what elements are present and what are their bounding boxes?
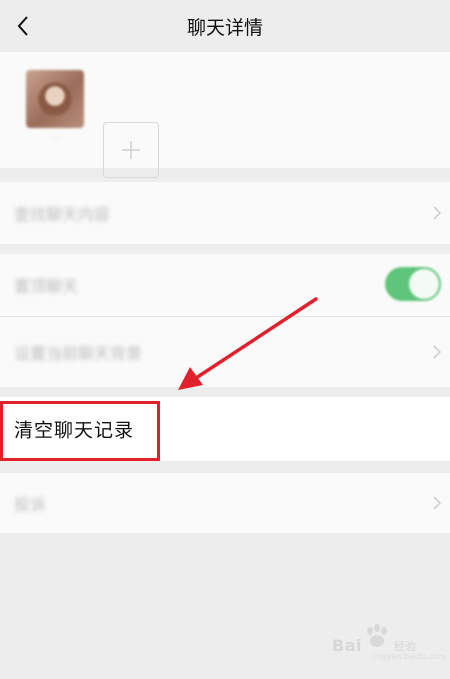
watermark-brand: Bai — [332, 636, 362, 655]
watermark: Bai 经验 jingyan.baidu.com — [332, 624, 446, 661]
paw-icon — [367, 624, 387, 647]
annotation-arrow — [178, 297, 318, 390]
watermark-url: jingyan.baidu.com — [372, 652, 446, 661]
